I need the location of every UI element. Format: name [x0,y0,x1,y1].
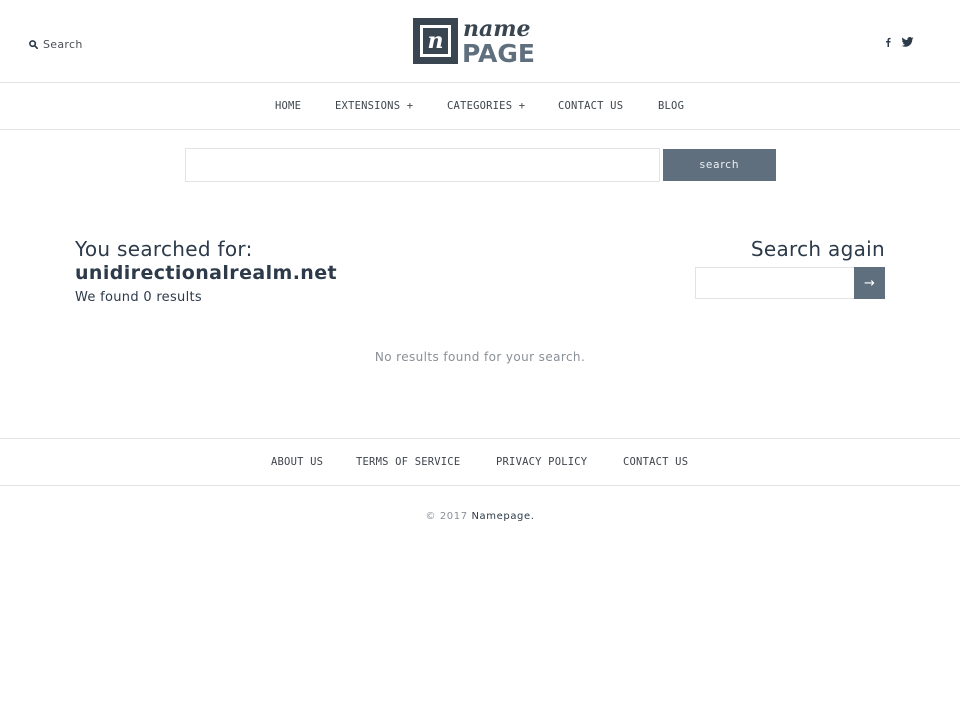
main-nav: HOME EXTENSIONS + CATEGORIES + CONTACT U… [0,83,960,130]
twitter-icon [901,37,914,47]
footer-link-terms[interactable]: TERMS OF SERVICE [356,456,460,468]
copyright-year: © 2017 [425,511,468,522]
results-title: You searched for: [75,237,253,261]
footer-link-contact[interactable]: CONTACT US [623,456,688,468]
search-again-title: Search again [750,237,885,261]
main-search-button[interactable]: search [663,149,776,181]
logo-mark: n [428,28,444,54]
social-links [885,37,914,47]
site-header: Search n name PAGE [0,0,960,83]
footer-nav: ABOUT US TERMS OF SERVICE PRIVACY POLICY… [0,438,960,486]
logo-word-bottom: PAGE [462,39,535,65]
search-icon [29,40,38,49]
header-search-link[interactable]: Search [29,38,83,51]
facebook-link[interactable] [885,37,891,47]
search-again-input[interactable] [695,267,855,299]
facebook-icon [886,37,891,47]
nav-item-blog[interactable]: BLOG [658,100,684,112]
nav-item-home[interactable]: HOME [275,100,301,112]
results-query: unidirectionalrealm.net [75,262,338,284]
results-count: We found 0 results [75,290,202,305]
footer-link-privacy[interactable]: PRIVACY POLICY [496,456,587,468]
logo-icon: n name PAGE [413,16,535,68]
copyright: © 2017 Namepage. [0,511,960,522]
header-search-label: Search [43,38,83,51]
nav-item-extensions[interactable]: EXTENSIONS + [335,100,413,112]
copyright-link[interactable]: Namepage. [471,511,534,522]
search-again-button[interactable]: → [854,267,885,299]
site-logo[interactable]: n name PAGE [413,16,549,68]
footer-link-about[interactable]: ABOUT US [271,456,323,468]
nav-item-categories[interactable]: CATEGORIES + [447,100,525,112]
twitter-link[interactable] [901,37,914,47]
nav-item-contact[interactable]: CONTACT US [558,100,623,112]
no-results-message: No results found for your search. [374,350,586,364]
main-search-input[interactable] [185,148,660,182]
